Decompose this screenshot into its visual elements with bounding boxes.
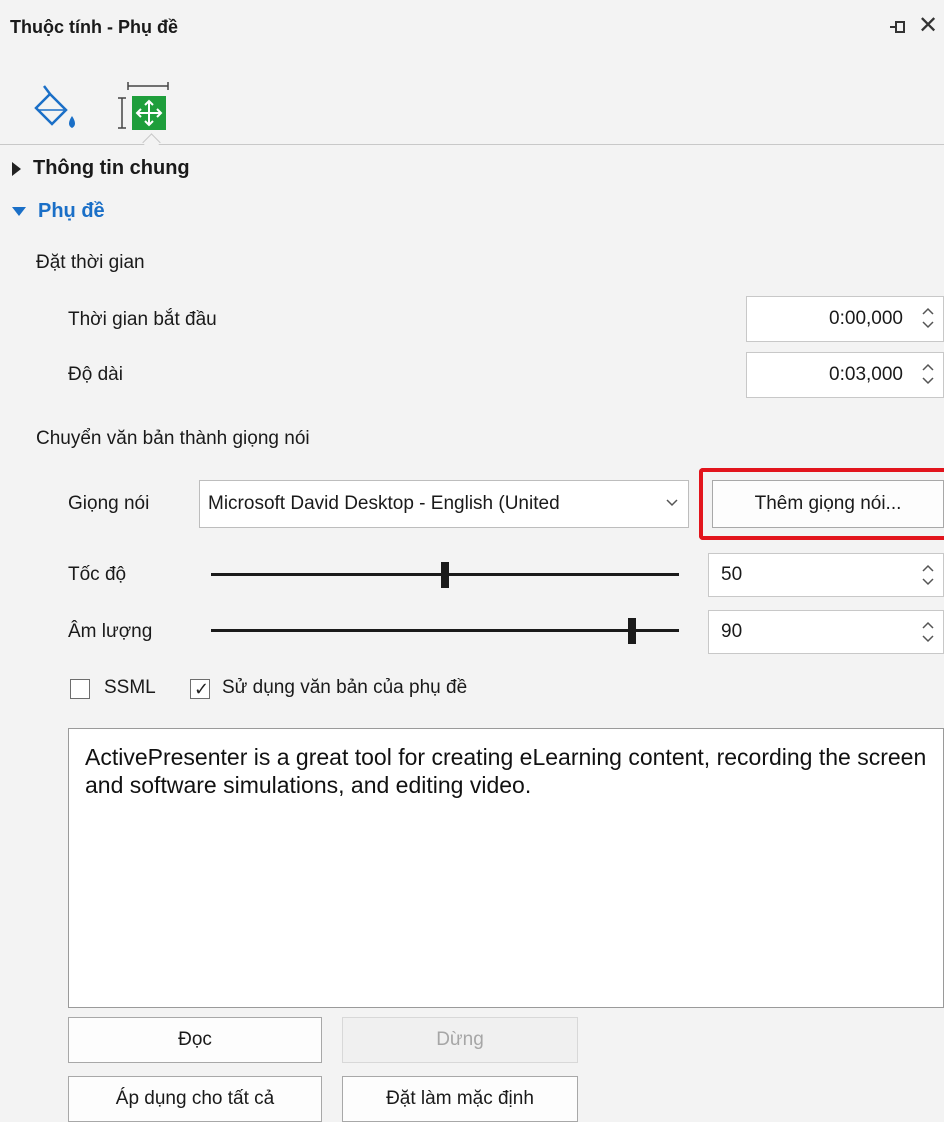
tts-heading: Chuyển văn bản thành giọng nói — [36, 428, 310, 449]
ssml-checkbox[interactable] — [70, 679, 90, 699]
use-subtitle-checkbox[interactable]: ✓ — [190, 679, 210, 699]
duration-label: Độ dài — [68, 364, 123, 385]
highlight-annotation — [699, 468, 944, 540]
close-icon[interactable]: ✕ — [918, 14, 938, 38]
apply-all-button[interactable]: Áp dụng cho tất cả — [68, 1076, 322, 1122]
stop-button[interactable]: Dừng — [342, 1017, 578, 1063]
voice-label: Giọng nói — [68, 493, 150, 514]
speed-slider[interactable] — [211, 560, 679, 590]
duration-value: 0:03,000 — [829, 364, 903, 385]
start-time-label: Thời gian bắt đầu — [68, 309, 217, 330]
volume-slider-thumb[interactable] — [628, 618, 636, 644]
section-general[interactable]: Thông tin chung — [12, 157, 190, 180]
voice-select[interactable]: Microsoft David Desktop - English (Unite… — [199, 480, 689, 528]
speed-value: 50 — [721, 564, 743, 585]
speed-slider-thumb[interactable] — [441, 562, 449, 588]
use-subtitle-label: Sử dụng văn bản của phụ đề — [222, 677, 468, 698]
spin-arrows-icon[interactable] — [921, 361, 935, 387]
read-button[interactable]: Đọc — [68, 1017, 322, 1063]
pin-icon[interactable] — [888, 16, 910, 38]
paint-bucket-icon — [34, 85, 75, 128]
volume-label: Âm lượng — [68, 621, 153, 642]
panel-title: Thuộc tính - Phụ đề — [10, 17, 178, 37]
spin-arrows-icon[interactable] — [921, 562, 935, 588]
speed-input[interactable]: 50 — [708, 553, 944, 597]
volume-slider-track — [211, 629, 679, 632]
spin-arrows-icon[interactable] — [921, 619, 935, 645]
timing-heading: Đặt thời gian — [36, 252, 145, 273]
checkmark-icon: ✓ — [194, 679, 210, 699]
chevron-down-icon — [666, 499, 678, 507]
duration-input[interactable]: 0:03,000 — [746, 352, 944, 398]
volume-input[interactable]: 90 — [708, 610, 944, 654]
start-time-value: 0:00,000 — [829, 308, 903, 329]
section-subtitle-label: Phụ đề — [38, 200, 105, 222]
ssml-label: SSML — [104, 677, 156, 698]
tts-text-area[interactable]: ActivePresenter is a great tool for crea… — [68, 728, 944, 1008]
start-time-input[interactable]: 0:00,000 — [746, 296, 944, 342]
volume-slider[interactable] — [211, 616, 679, 646]
speed-label: Tốc độ — [68, 564, 127, 585]
section-general-label: Thông tin chung — [33, 157, 190, 179]
collapse-down-icon — [12, 207, 26, 216]
voice-value: Microsoft David Desktop - English (Unite… — [208, 493, 560, 514]
set-default-button[interactable]: Đặt làm mặc định — [342, 1076, 578, 1122]
section-subtitle[interactable]: Phụ đề — [12, 200, 105, 223]
tab-fill[interactable] — [28, 82, 84, 134]
volume-value: 90 — [721, 621, 743, 642]
spin-arrows-icon[interactable] — [921, 305, 935, 331]
expand-right-icon — [12, 161, 21, 176]
